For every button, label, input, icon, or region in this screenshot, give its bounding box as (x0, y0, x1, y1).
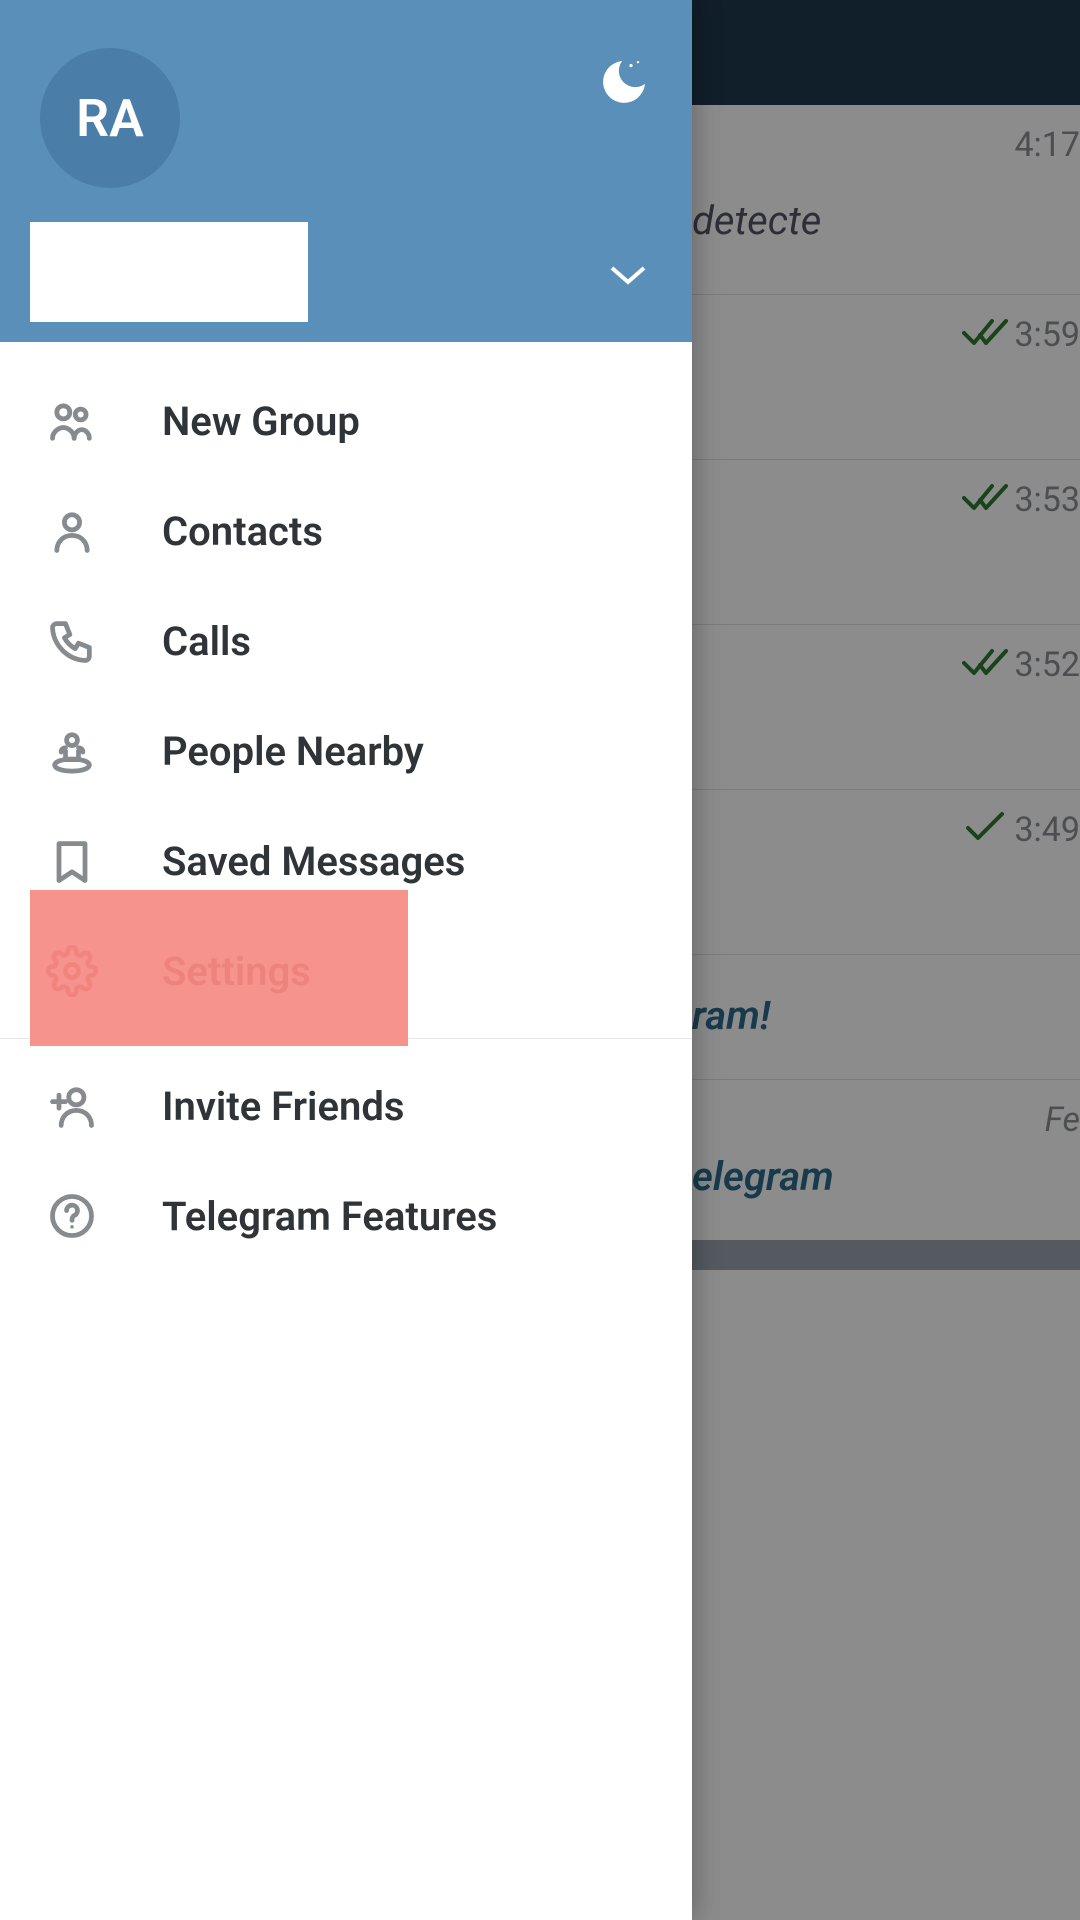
menu-label: People Nearby (162, 728, 424, 775)
menu-label: New Group (162, 398, 360, 445)
drawer-menu: New Group Contacts Calls People Nearby S… (0, 342, 692, 1271)
phone-icon (44, 613, 100, 669)
menu-divider (0, 1038, 692, 1039)
gear-icon (44, 943, 100, 999)
menu-item-contacts[interactable]: Contacts (0, 476, 692, 586)
night-mode-toggle[interactable] (596, 56, 652, 112)
help-icon (44, 1188, 100, 1244)
account-expand-toggle[interactable] (608, 262, 648, 302)
menu-item-invite-friends[interactable]: Invite Friends (0, 1051, 692, 1161)
menu-label: Settings (162, 948, 311, 995)
menu-label: Telegram Features (162, 1193, 497, 1240)
dim-overlay[interactable] (692, 0, 1080, 1920)
menu-item-settings[interactable]: Settings (0, 916, 692, 1026)
menu-item-telegram-features[interactable]: Telegram Features (0, 1161, 692, 1271)
people-nearby-icon (44, 723, 100, 779)
group-icon (44, 393, 100, 449)
chat-list-background: 4:17 detecte 3:59 3:53 3:52 3:49 ram! Fe… (692, 0, 1080, 1920)
moon-icon (596, 54, 652, 114)
menu-item-new-group[interactable]: New Group (0, 366, 692, 476)
menu-label: Saved Messages (162, 838, 465, 885)
navigation-drawer: RA New Group Contacts (0, 0, 692, 1920)
drawer-header: RA (0, 0, 692, 342)
avatar-initials: RA (76, 88, 144, 149)
menu-label: Invite Friends (162, 1083, 404, 1130)
menu-label: Contacts (162, 508, 323, 555)
bookmark-icon (44, 833, 100, 889)
chevron-down-icon (608, 273, 648, 292)
add-person-icon (44, 1078, 100, 1134)
account-name-redacted (30, 222, 308, 322)
avatar[interactable]: RA (40, 48, 180, 188)
menu-item-saved-messages[interactable]: Saved Messages (0, 806, 692, 916)
menu-item-people-nearby[interactable]: People Nearby (0, 696, 692, 806)
person-icon (44, 503, 100, 559)
menu-label: Calls (162, 618, 251, 665)
menu-item-calls[interactable]: Calls (0, 586, 692, 696)
